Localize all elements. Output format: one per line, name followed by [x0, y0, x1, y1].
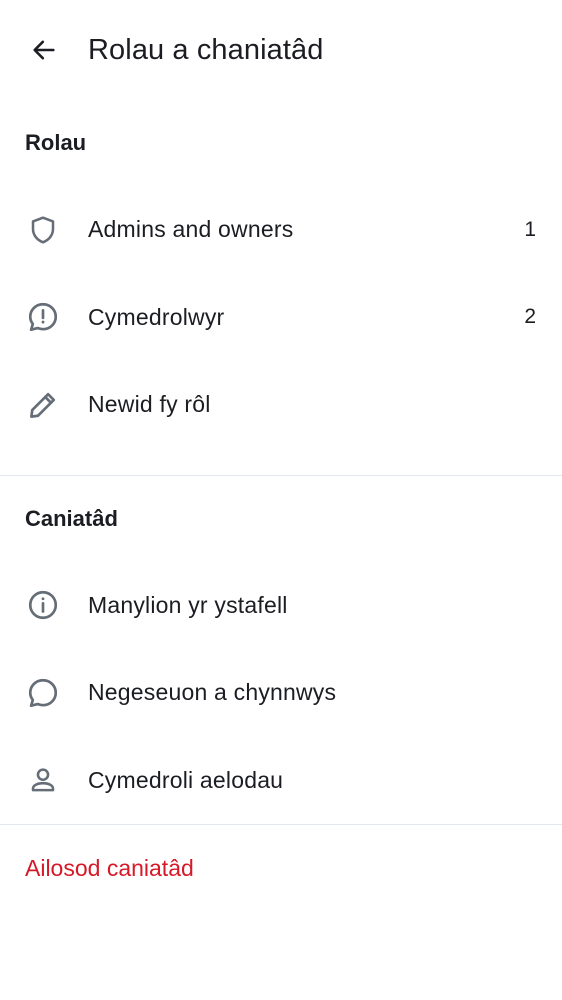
- top-app-bar: Rolau a chaniatâd: [0, 0, 562, 100]
- page-title: Rolau a chaniatâd: [88, 33, 324, 66]
- arrow-left-icon: [33, 40, 55, 60]
- role-item-label: Cymedrolwyr: [88, 303, 225, 330]
- section-header-roles: Rolau: [25, 130, 87, 155]
- chat-bubble-icon: [25, 675, 61, 711]
- permission-item-messages-content[interactable]: Negeseuon a chynnwys: [0, 649, 562, 737]
- permission-item-label: Cymedroli aelodau: [88, 766, 284, 793]
- reset-permissions-button[interactable]: Ailosod caniatâd: [0, 825, 562, 911]
- role-item-change-my-role[interactable]: Newid fy rôl: [0, 361, 562, 449]
- info-icon: [25, 587, 61, 623]
- chat-alert-icon: [25, 299, 61, 335]
- permission-item-label: Negeseuon a chynnwys: [88, 679, 337, 706]
- back-button[interactable]: [24, 30, 64, 70]
- role-count: 2: [524, 305, 536, 329]
- pencil-icon: [25, 387, 61, 423]
- permission-item-label: Manylion yr ystafell: [88, 591, 288, 618]
- permission-item-moderate-members[interactable]: Cymedroli aelodau: [0, 737, 562, 825]
- role-item-label: Admins and owners: [88, 216, 294, 243]
- role-item-admins-owners[interactable]: Admins and owners 1: [0, 186, 562, 274]
- role-item-moderators[interactable]: Cymedrolwyr 2: [0, 274, 562, 362]
- role-item-label: Newid fy rôl: [88, 391, 211, 418]
- role-count: 1: [524, 217, 536, 241]
- shield-icon: [25, 212, 61, 248]
- roles-permissions-screen: Rolau a chaniatâd Rolau Admins and owner…: [0, 0, 562, 1000]
- section-header-permissions: Caniatâd: [25, 505, 118, 531]
- permission-item-room-details[interactable]: Manylion yr ystafell: [0, 562, 562, 650]
- user-icon: [25, 762, 61, 798]
